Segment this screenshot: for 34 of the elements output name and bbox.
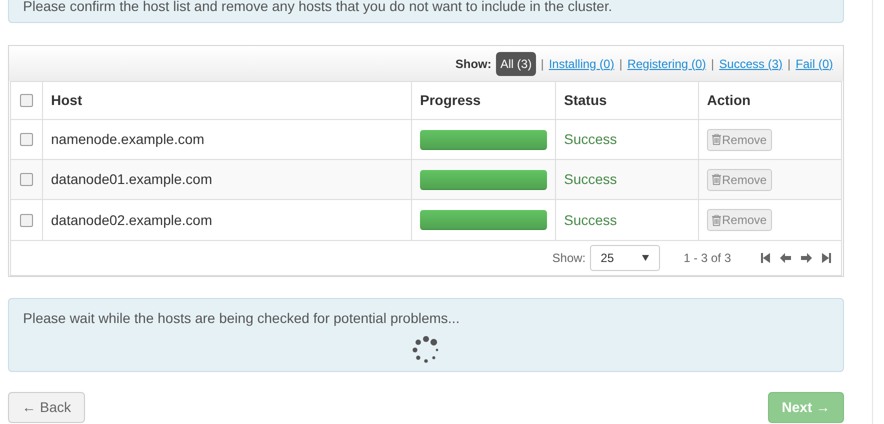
page-size-label: Show: bbox=[552, 250, 586, 267]
separator: | bbox=[619, 56, 622, 72]
host-name: namenode.example.com bbox=[51, 130, 204, 149]
checkbox[interactable] bbox=[20, 173, 33, 186]
checkbox[interactable] bbox=[20, 94, 33, 107]
first-page-icon[interactable] bbox=[761, 253, 770, 263]
previous-page-icon[interactable] bbox=[780, 253, 791, 263]
back-button[interactable]: ← Back bbox=[8, 392, 86, 423]
status-text: Success bbox=[564, 210, 617, 230]
separator: | bbox=[540, 56, 544, 72]
host-name: datanode01.example.com bbox=[51, 170, 212, 189]
page-size-select[interactable]: 25 bbox=[590, 245, 660, 271]
caret-icon bbox=[642, 255, 649, 261]
filter-label: Show: bbox=[455, 56, 492, 72]
filter-tab[interactable]: Fail (0) bbox=[796, 54, 833, 72]
checkbox[interactable] bbox=[20, 214, 33, 226]
trash-icon bbox=[712, 134, 721, 145]
page-range: 1 - 3 of 3 bbox=[684, 250, 731, 267]
next-page-icon[interactable] bbox=[801, 253, 812, 263]
status-text: Success bbox=[564, 170, 617, 189]
alert-text: Please confirm the host list and remove any hosts that you do not want to include in the cluster. bbox=[23, 0, 612, 14]
status-text: Success bbox=[564, 130, 617, 149]
filter-tab[interactable]: Registering (0) bbox=[627, 54, 706, 72]
filter-tab[interactable]: All (3) bbox=[496, 52, 536, 76]
checkbox[interactable] bbox=[20, 133, 33, 146]
separator: | bbox=[788, 56, 791, 72]
trash-icon bbox=[712, 214, 721, 226]
trash-icon bbox=[712, 174, 721, 185]
filter-tab[interactable]: Success (3) bbox=[719, 54, 783, 72]
last-page-icon[interactable] bbox=[822, 253, 831, 263]
host-name: datanode02.example.com bbox=[51, 210, 212, 230]
alert-text: Please wait while the hosts are being checked for potential problems... bbox=[23, 309, 461, 328]
filter-tab[interactable]: Installing (0) bbox=[548, 54, 614, 72]
separator: | bbox=[711, 56, 714, 72]
